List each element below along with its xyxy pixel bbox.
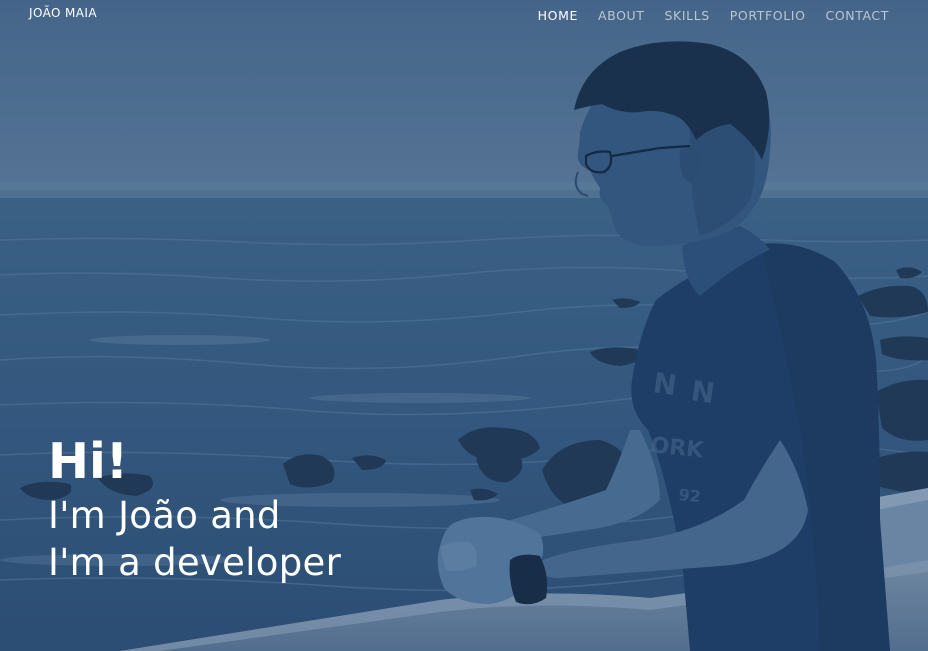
top-navigation: JOÃO MAIA HOME ABOUT SKILLS PORTFOLIO CO… <box>0 0 928 26</box>
nav-item-portfolio: PORTFOLIO <box>730 5 806 24</box>
nav-menu: HOME ABOUT SKILLS PORTFOLIO CONTACT <box>538 5 889 24</box>
nav-link-skills[interactable]: SKILLS <box>665 8 710 23</box>
nav-link-home[interactable]: HOME <box>538 8 578 23</box>
hero-section: N N ORK 92 JOÃO MAIA HOME ABOUT SKILLS P… <box>0 0 928 651</box>
nav-link-contact[interactable]: CONTACT <box>826 8 889 23</box>
nav-item-about: ABOUT <box>598 5 645 24</box>
hero-intro: Hi! I'm João and I'm a developer <box>48 432 341 586</box>
hero-line-1: I'm João and <box>48 494 281 537</box>
nav-link-portfolio[interactable]: PORTFOLIO <box>730 8 806 23</box>
nav-item-contact: CONTACT <box>826 5 889 24</box>
nav-link-about[interactable]: ABOUT <box>598 8 645 23</box>
hero-line-2: I'm a developer <box>48 541 342 584</box>
nav-item-home: HOME <box>538 5 578 24</box>
brand-logo-link[interactable]: JOÃO MAIA <box>29 6 97 20</box>
nav-item-skills: SKILLS <box>665 5 710 24</box>
hero-greeting: Hi! <box>48 433 129 490</box>
